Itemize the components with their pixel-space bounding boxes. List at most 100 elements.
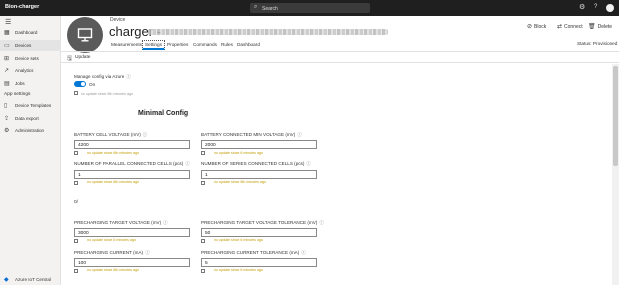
info-icon[interactable]: ⓘ [301,250,306,255]
sidebar-item-label: Administration [15,128,45,133]
device-sets-icon: ⊞ [4,56,10,62]
device-status: Status: Provisioned [577,41,618,46]
info-icon[interactable]: ⓘ [319,220,324,225]
update-note: no update since 6 minutes ago [214,238,263,242]
sync-checkbox[interactable] [74,151,78,155]
field-label-text: NUMBER OF SERIES CONNECTED CELLS (pcs) [201,161,305,166]
battery-cell-voltage-input[interactable]: 4200 [74,140,190,149]
update-note: no update since 6 minutes ago [214,268,263,272]
tab-measurements[interactable]: Measurements [111,40,142,50]
command-bar: 🖫 Update [61,51,619,63]
stray-text: 0/ [74,200,79,205]
sync-checkbox[interactable] [74,269,78,273]
sidebar-item-data-export[interactable]: ⇪ Data export [0,113,61,124]
info-icon[interactable]: ⓘ [163,220,168,225]
toggle-knob [81,82,85,86]
sidebar-item-devices[interactable]: ▭ Devices [0,40,61,51]
search-box[interactable]: ⌕ Search [250,3,370,13]
sync-checkbox[interactable] [74,91,78,95]
update-note: no update since 6th minutes ago [214,180,266,184]
sync-checkbox[interactable] [201,151,205,155]
field-label-parallel-cells: NUMBER OF PARALLEL CONNECTED CELLS (pcs)… [74,161,190,167]
data-export-icon: ⇪ [4,116,10,122]
battery-min-voltage-input[interactable]: 2000 [201,140,317,149]
sidebar-item-administration[interactable]: ⚙ Administration [0,125,61,136]
manage-config-text: Manage config via Azure [74,74,125,79]
sidebar-footer-label: Azure IoT Central [15,277,51,282]
field-label-precharging-current-tolerance: PRECHARGING CURRENT TOLERANCE (mA) ⓘ [201,250,306,256]
sidebar-item-analytics[interactable]: ↗ Analytics [0,65,61,76]
info-icon[interactable]: ⓘ [297,132,302,137]
precharging-current-tolerance-input[interactable]: 5 [201,258,317,267]
device-type-label: Device [110,17,126,23]
sidebar-item-jobs[interactable]: ▤ Jobs [0,78,61,89]
sync-checkbox[interactable] [201,269,205,273]
app-name[interactable]: Bion-charger [5,4,39,10]
manage-config-toggle[interactable] [74,81,86,87]
precharging-current-input[interactable]: 100 [74,258,190,267]
hamburger-menu-icon[interactable]: ☰ [5,18,11,26]
analytics-icon: ↗ [4,68,10,74]
delete-icon: 🗑 [588,24,596,30]
parallel-cells-input[interactable]: 1 [74,170,190,179]
block-label: Block [534,24,547,30]
sync-checkbox[interactable] [74,181,78,185]
update-button[interactable]: Update [75,55,90,60]
update-note: no update since 6th minutes ago [87,151,139,155]
info-icon[interactable]: ⓘ [185,161,190,166]
precharging-target-voltage-input[interactable]: 3000 [74,228,190,237]
azure-iot-central-icon: ◆ [4,277,9,283]
field-label-text: PRECHARGING CURRENT TOLERANCE (mA) [201,250,300,255]
device-avatar [67,17,103,53]
connect-label: Connect [564,24,583,30]
block-button[interactable]: ⊘ Block [527,23,546,30]
monitor-icon [77,28,93,42]
sync-checkbox[interactable] [201,181,205,185]
sync-note: no update since 6th minutes ago [81,91,133,96]
save-icon: 🖫 [67,56,73,62]
field-label-text: BATTERY CELL VOLTAGE (mV) [74,132,141,137]
info-icon[interactable]: ⓘ [306,161,311,166]
sidebar-item-dashboard[interactable]: ▦ Dashboard [0,27,61,38]
field-label-text: PRECHARGING CURRENT (mA) [74,250,144,255]
scrollbar-thumb[interactable] [613,66,618,166]
info-icon[interactable]: ⓘ [145,250,150,255]
sidebar-item-label: Analytics [15,68,34,73]
delete-button[interactable]: 🗑 Delete [588,23,612,30]
tab-settings[interactable]: Settings [142,40,165,50]
sync-checkbox[interactable] [201,239,205,243]
dashboard-icon: ▦ [4,30,10,36]
sidebar-item-label: Dashboard [15,30,38,35]
tab-rules[interactable]: Rules [221,40,233,50]
series-cells-input[interactable]: 1 [201,170,317,179]
sidebar-footer[interactable]: ◆ Azure IoT Central [0,274,61,285]
info-icon[interactable]: ⓘ [143,132,148,137]
sidebar-item-device-sets[interactable]: ⊞ Device sets [0,53,61,64]
redacted-device-id [148,29,388,35]
field-label-precharging-voltage-tolerance: PRECHARGING TARGET VOLTAGE TOLERANCE (mV… [201,220,324,226]
top-bar: Bion-charger ⌕ Search ⚙ ? [0,0,619,16]
connect-icon: ⇄ [557,24,563,30]
help-icon[interactable]: ? [594,4,597,10]
tab-properties[interactable]: Properties [167,40,188,50]
info-icon[interactable]: ⓘ [126,74,131,79]
sidebar-item-label: Device Templates [15,103,52,108]
devices-icon: ▭ [4,43,10,49]
connect-button[interactable]: ⇄ Connect [557,23,583,30]
search-input[interactable]: Search [262,6,278,12]
toggle-state: On [89,82,96,87]
sidebar-item-label: Jobs [15,81,25,86]
sidebar-item-label: Device sets [15,56,39,61]
sync-checkbox[interactable] [74,239,78,243]
section-title: Minimal Config [138,110,189,117]
field-label-text: PRECHARGING TARGET VOLTAGE (mV) [74,220,162,225]
field-label-text: PRECHARGING TARGET VOLTAGE TOLERANCE (mV… [201,220,318,225]
sidebar-item-device-templates[interactable]: ▯ Device Templates [0,100,61,111]
administration-icon: ⚙ [4,128,10,134]
precharging-voltage-tolerance-input[interactable]: 50 [201,228,317,237]
field-label-series-cells: NUMBER OF SERIES CONNECTED CELLS (pcs) ⓘ [201,161,311,167]
tab-dashboard[interactable]: Dashboard [237,40,260,50]
gear-icon[interactable]: ⚙ [579,3,585,11]
avatar[interactable] [606,4,614,12]
tab-commands[interactable]: Commands [193,40,217,50]
